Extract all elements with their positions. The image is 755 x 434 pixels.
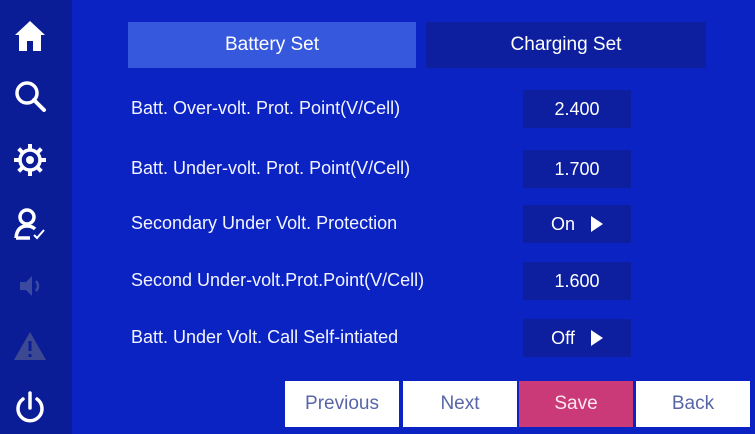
tab-bar: Battery Set Charging Set [128,22,706,68]
setting-label: Batt. Under Volt. Call Self-intiated [131,327,399,347]
search-icon[interactable] [10,76,50,116]
tab-charging-set[interactable]: Charging Set [426,22,706,68]
setting-value: 2.400 [554,98,600,119]
tab-battery-set[interactable]: Battery Set [128,22,416,68]
setting-value-field[interactable]: 1.700 [523,150,631,188]
next-button[interactable]: Next [403,381,517,427]
arrow-right-icon [591,216,603,232]
setting-value: Off [551,327,575,348]
setting-label: Second Under-volt.Prot.Point(V/Cell) [131,270,425,290]
setting-toggle[interactable]: On [523,205,631,243]
back-button[interactable]: Back [636,381,750,427]
power-icon[interactable] [10,388,50,428]
setting-toggle[interactable]: Off [523,319,631,357]
arrow-right-icon [590,330,603,346]
setting-label: Batt. Under-volt. Prot. Point(V/Cell) [131,158,411,178]
setting-value: 1.700 [554,158,600,179]
setting-value-field[interactable]: 2.400 [523,90,631,128]
warning-icon[interactable] [10,326,50,366]
setting-value: 1.600 [554,270,600,291]
gear-icon[interactable] [10,140,50,180]
speaker-icon[interactable] [10,266,50,306]
save-button[interactable]: Save [519,381,633,427]
setting-label: Batt. Over-volt. Prot. Point(V/Cell) [131,98,401,118]
setting-label: Secondary Under Volt. Protection [131,213,398,233]
sidebar [0,0,72,434]
setting-value-field[interactable]: 1.600 [523,262,631,300]
user-check-icon[interactable] [10,204,50,244]
home-icon[interactable] [10,16,50,56]
setting-value: On [550,213,575,234]
previous-button[interactable]: Previous [285,381,399,427]
